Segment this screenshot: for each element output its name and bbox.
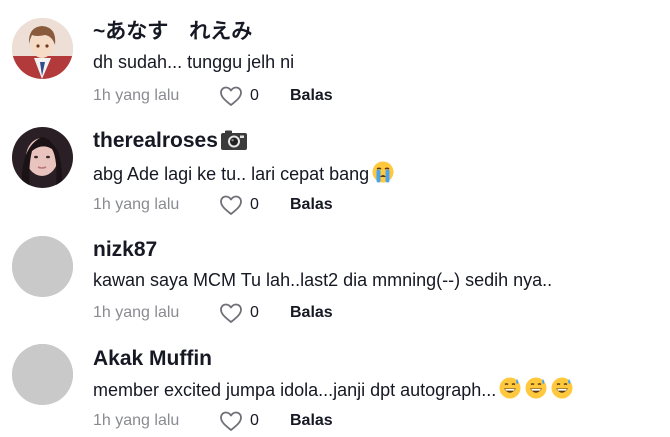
comment-username[interactable]: therealroses	[93, 129, 248, 153]
comment-text-content: member excited jumpa idola...janji dpt a…	[93, 380, 497, 400]
grinning-sweat-face-icon	[550, 376, 574, 400]
avatar[interactable]	[12, 127, 73, 188]
comment-text-content: kawan saya MCM Tu lah..last2 dia mmning(…	[93, 270, 553, 290]
comment-text-content: abg Ade lagi ke tu.. lari cepat bang	[93, 164, 370, 184]
reply-button[interactable]: Balas	[290, 302, 333, 324]
heart-icon[interactable]	[219, 194, 243, 216]
comment-item: Akak Muffin member excited jumpa idola..…	[0, 0, 670, 431]
reply-button[interactable]: Balas	[290, 194, 333, 216]
like-count: 0	[250, 196, 259, 213]
username-text[interactable]: therealroses	[93, 129, 218, 152]
like-button[interactable]: 0	[219, 410, 259, 432]
heart-icon[interactable]	[219, 410, 243, 432]
comment-username[interactable]: nizk87	[93, 238, 157, 262]
comment-timestamp: 1h yang lalu	[93, 304, 180, 321]
username-text[interactable]: nizk87	[93, 238, 157, 261]
avatar[interactable]	[12, 344, 73, 405]
avatar[interactable]	[12, 236, 73, 297]
like-button[interactable]: 0	[219, 302, 259, 324]
grinning-sweat-face-icon	[524, 376, 548, 400]
reply-button[interactable]: Balas	[290, 410, 333, 432]
comment-timestamp: 1h yang lalu	[93, 412, 180, 429]
grinning-sweat-face-icon	[498, 376, 522, 400]
default-avatar-icon	[12, 236, 73, 297]
girl-photo-avatar-icon	[12, 127, 73, 188]
camera-icon	[220, 129, 248, 151]
default-avatar-icon	[12, 344, 73, 405]
like-count: 0	[250, 412, 259, 429]
like-count: 0	[250, 304, 259, 321]
like-button[interactable]: 0	[219, 194, 259, 216]
comment-username[interactable]: Akak Muffin	[93, 347, 212, 371]
comment-text: kawan saya MCM Tu lah..last2 dia mmning(…	[93, 269, 552, 291]
comment-text: member excited jumpa idola...janji dpt a…	[93, 376, 574, 401]
username-text[interactable]: Akak Muffin	[93, 347, 212, 370]
heart-icon[interactable]	[219, 302, 243, 324]
loudly-crying-face-icon	[371, 160, 395, 184]
comment-text: abg Ade lagi ke tu.. lari cepat bang	[93, 160, 395, 185]
comment-timestamp: 1h yang lalu	[93, 196, 180, 213]
